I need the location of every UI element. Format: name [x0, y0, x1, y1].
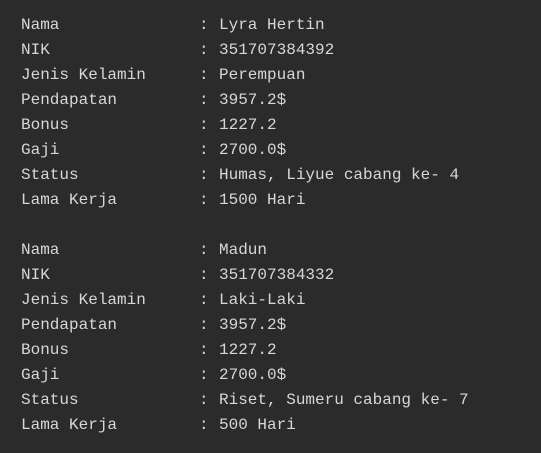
record-row-nik: NIK : 351707384332	[0, 263, 541, 288]
field-label: Nama	[21, 241, 60, 259]
field-value: 500 Hari	[219, 416, 296, 434]
field-value: 1227.2	[219, 341, 277, 359]
field-separator: :	[199, 316, 209, 334]
field-separator: :	[199, 416, 209, 434]
record-row-gaji: Gaji : 2700.0$	[0, 363, 541, 388]
record-row-gaji: Gaji : 2700.0$	[0, 138, 541, 163]
field-label: Pendapatan	[21, 91, 118, 109]
field-label: Status	[21, 391, 79, 409]
field-label: Lama Kerja	[21, 191, 118, 209]
record-row-nama: Nama : Madun	[0, 238, 541, 263]
record-row-pendapatan: Pendapatan : 3957.2$	[0, 88, 541, 113]
field-label: Lama Kerja	[21, 416, 118, 434]
field-separator: :	[199, 66, 209, 84]
employee-record-2: Nama : Madun NIK : 351707384332 Jenis Ke…	[0, 238, 541, 438]
field-separator: :	[199, 191, 209, 209]
field-separator: :	[199, 266, 209, 284]
record-row-bonus: Bonus : 1227.2	[0, 113, 541, 138]
field-label: Bonus	[21, 341, 70, 359]
field-label: Status	[21, 166, 79, 184]
field-value: Riset, Sumeru cabang ke- 7	[219, 391, 469, 409]
field-value: 2700.0$	[219, 141, 287, 159]
field-label: Gaji	[21, 141, 60, 159]
field-separator: :	[199, 116, 209, 134]
record-row-jenis-kelamin: Jenis Kelamin : Laki-Laki	[0, 288, 541, 313]
field-separator: :	[199, 91, 209, 109]
field-separator: :	[199, 341, 209, 359]
field-label: NIK	[21, 266, 50, 284]
field-label: Gaji	[21, 366, 60, 384]
field-separator: :	[199, 41, 209, 59]
field-label: Jenis Kelamin	[21, 66, 146, 84]
field-separator: :	[199, 291, 209, 309]
record-row-status: Status : Humas, Liyue cabang ke- 4	[0, 163, 541, 188]
field-value: 3957.2$	[219, 91, 287, 109]
field-label: Bonus	[21, 116, 70, 134]
field-value: Madun	[219, 241, 268, 259]
record-row-nama: Nama : Lyra Hertin	[0, 13, 541, 38]
field-value: 1227.2	[219, 116, 277, 134]
field-separator: :	[199, 241, 209, 259]
record-row-nik: NIK : 351707384392	[0, 38, 541, 63]
field-label: Nama	[21, 16, 60, 34]
field-separator: :	[199, 16, 209, 34]
field-separator: :	[199, 141, 209, 159]
field-label: NIK	[21, 41, 50, 59]
field-label: Jenis Kelamin	[21, 291, 146, 309]
field-separator: :	[199, 391, 209, 409]
field-value: 1500 Hari	[219, 191, 306, 209]
field-label: Pendapatan	[21, 316, 118, 334]
console-output: Nama : Lyra Hertin NIK : 351707384392 Je…	[0, 0, 541, 453]
field-value: 351707384332	[219, 266, 335, 284]
field-value: Lyra Hertin	[219, 16, 325, 34]
field-separator: :	[199, 366, 209, 384]
field-value: Laki-Laki	[219, 291, 306, 309]
employee-record-1: Nama : Lyra Hertin NIK : 351707384392 Je…	[0, 13, 541, 213]
record-row-lama-kerja: Lama Kerja : 1500 Hari	[0, 188, 541, 213]
record-row-status: Status : Riset, Sumeru cabang ke- 7	[0, 388, 541, 413]
field-separator: :	[199, 166, 209, 184]
record-row-lama-kerja: Lama Kerja : 500 Hari	[0, 413, 541, 438]
field-value: 351707384392	[219, 41, 335, 59]
record-row-jenis-kelamin: Jenis Kelamin : Perempuan	[0, 63, 541, 88]
record-row-pendapatan: Pendapatan : 3957.2$	[0, 313, 541, 338]
field-value: Humas, Liyue cabang ke- 4	[219, 166, 460, 184]
field-value: 2700.0$	[219, 366, 287, 384]
field-value: Perempuan	[219, 66, 306, 84]
record-row-bonus: Bonus : 1227.2	[0, 338, 541, 363]
field-value: 3957.2$	[219, 316, 287, 334]
